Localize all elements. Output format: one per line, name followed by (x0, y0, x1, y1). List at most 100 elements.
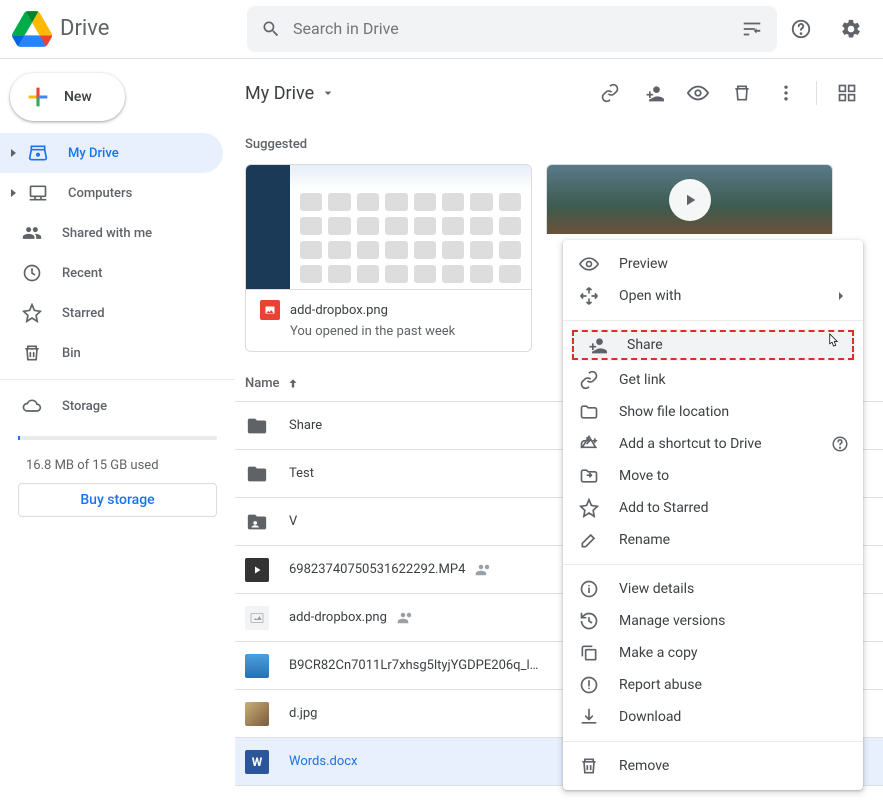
ctx-rename[interactable]: Rename (563, 524, 863, 556)
toolbar: My Drive (235, 63, 883, 123)
sidebar-item-label: Starred (62, 306, 105, 321)
share-button[interactable] (634, 73, 674, 113)
ctx-get-link[interactable]: Get link (563, 364, 863, 396)
play-icon (669, 179, 711, 221)
sidebar-item-label: Recent (62, 266, 102, 281)
star-icon (579, 498, 599, 518)
ctx-move-to[interactable]: Move to (563, 460, 863, 492)
suggested-subtitle: You opened in the past week (246, 324, 531, 351)
sidebar-item-storage[interactable]: Storage (0, 386, 223, 426)
file-name: Test (289, 466, 314, 481)
preview-button[interactable] (678, 73, 718, 113)
ctx-make-copy[interactable]: Make a copy (563, 637, 863, 669)
storage-used-text: 16.8 MB of 15 GB used (0, 458, 235, 473)
app-name: Drive (60, 16, 109, 41)
bin-icon (22, 343, 42, 363)
sort-asc-icon (286, 377, 300, 391)
sidebar-item-starred[interactable]: Starred (0, 293, 223, 333)
star-icon (22, 303, 42, 323)
open-with-icon (579, 286, 599, 306)
suggested-thumb (546, 164, 833, 234)
cursor-pointer-icon (823, 332, 841, 354)
view-grid-button[interactable] (827, 73, 867, 113)
breadcrumb-label: My Drive (245, 83, 314, 104)
sidebar-item-computers[interactable]: Computers (0, 173, 223, 213)
ctx-remove[interactable]: Remove (563, 750, 863, 782)
image-file-icon (245, 654, 269, 678)
sidebar: New My Drive Computers Shared with me Re… (0, 59, 235, 808)
search-bar[interactable] (247, 6, 777, 52)
shared-indicator-icon (397, 609, 415, 627)
file-name: Share (289, 418, 322, 433)
suggested-title: add-dropbox.png (290, 303, 388, 318)
buy-storage-button[interactable]: Buy storage (18, 483, 217, 517)
ctx-share[interactable]: Share (571, 329, 855, 361)
column-name: Name (245, 376, 280, 391)
cloud-icon (22, 396, 42, 416)
plus-icon (24, 83, 52, 111)
search-input[interactable] (293, 19, 741, 38)
sidebar-item-bin[interactable]: Bin (0, 333, 223, 373)
shared-icon (22, 223, 42, 243)
preview-icon (579, 254, 599, 274)
ctx-preview[interactable]: Preview (563, 248, 863, 280)
help-button[interactable] (781, 9, 821, 49)
image-file-icon (260, 300, 280, 320)
ctx-report-abuse[interactable]: Report abuse (563, 669, 863, 701)
folder-icon (245, 462, 269, 486)
suggested-label: Suggested (235, 123, 883, 164)
new-button[interactable]: New (10, 73, 125, 121)
app-header: Drive (0, 0, 883, 58)
settings-button[interactable] (831, 9, 871, 49)
sidebar-item-label: My Drive (68, 146, 119, 161)
search-options-icon[interactable] (741, 18, 763, 40)
video-file-icon (245, 558, 269, 582)
share-icon (587, 335, 607, 355)
my-drive-icon (28, 143, 48, 163)
ctx-manage-versions[interactable]: Manage versions (563, 605, 863, 637)
search-icon (261, 19, 281, 39)
folder-icon (245, 414, 269, 438)
shared-indicator-icon (475, 561, 493, 579)
recent-icon (22, 263, 42, 283)
sidebar-item-shared[interactable]: Shared with me (0, 213, 223, 253)
sidebar-item-my-drive[interactable]: My Drive (0, 133, 223, 173)
ctx-view-details[interactable]: View details (563, 573, 863, 605)
ctx-download[interactable]: Download (563, 701, 863, 733)
download-icon (579, 707, 599, 727)
image-file-icon (245, 702, 269, 726)
link-icon (579, 370, 599, 390)
get-link-button[interactable] (590, 73, 630, 113)
trash-icon (579, 756, 599, 776)
suggested-thumb (246, 165, 531, 290)
logo-area[interactable]: Drive (12, 9, 247, 49)
copy-icon (579, 643, 599, 663)
drive-logo-icon (12, 9, 52, 49)
sidebar-item-label: Bin (62, 346, 81, 361)
new-button-label: New (64, 89, 92, 105)
report-icon (579, 675, 599, 695)
expand-icon (8, 188, 18, 198)
file-name: add-dropbox.png (289, 610, 387, 625)
breadcrumb[interactable]: My Drive (245, 83, 336, 104)
file-name: V (289, 514, 297, 529)
folder-icon (579, 402, 599, 422)
sidebar-item-label: Storage (62, 399, 107, 414)
sidebar-item-recent[interactable]: Recent (0, 253, 223, 293)
storage-bar (18, 436, 217, 440)
file-name: 69823740750531622292.MP4 (289, 562, 465, 577)
versions-icon (579, 611, 599, 631)
sidebar-item-label: Computers (68, 186, 132, 201)
ctx-open-with[interactable]: Open with (563, 280, 863, 312)
ctx-add-shortcut[interactable]: Add a shortcut to Drive (563, 428, 863, 460)
file-name: Words.docx (289, 754, 358, 769)
ctx-add-starred[interactable]: Add to Starred (563, 492, 863, 524)
more-button[interactable] (766, 73, 806, 113)
word-file-icon: W (245, 750, 269, 774)
help-icon[interactable] (831, 435, 849, 453)
ctx-show-location[interactable]: Show file location (563, 396, 863, 428)
expand-icon (8, 148, 18, 158)
suggested-card[interactable]: add-dropbox.png You opened in the past w… (245, 164, 532, 352)
delete-button[interactable] (722, 73, 762, 113)
file-name: B9CR82Cn7011Lr7xhsg5ltyjYGDPE206q_l… (289, 658, 538, 673)
